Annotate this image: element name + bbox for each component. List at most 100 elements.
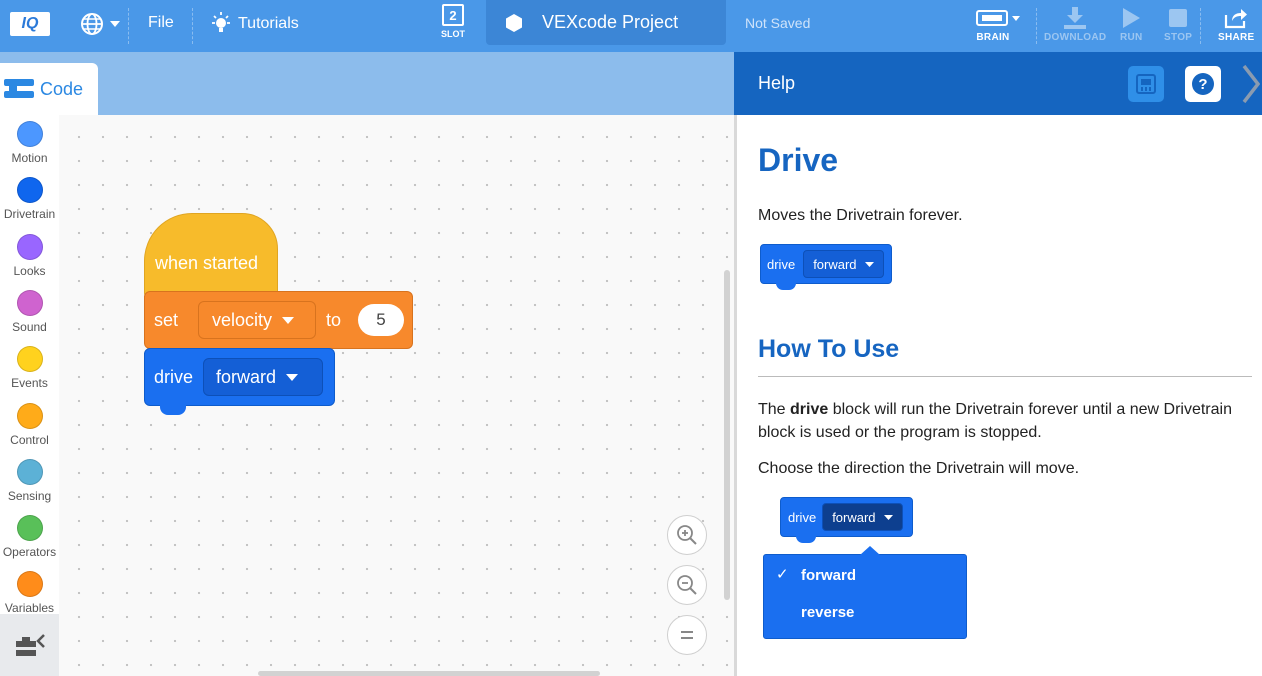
project-name-field[interactable]: VEXcode Project [486, 0, 726, 45]
velocity-dropdown[interactable]: velocity [198, 301, 317, 339]
device-port-icon [1136, 74, 1156, 94]
demo-direction-value: forward [832, 509, 876, 525]
devices-button[interactable] [1128, 66, 1164, 102]
direction-dropdown-value: forward [216, 366, 277, 387]
vex-iq-logo: IQ [10, 12, 50, 36]
tutorials-button[interactable]: Tutorials [210, 12, 299, 36]
category-events[interactable]: Events [0, 346, 59, 390]
category-variables[interactable]: Variables [0, 571, 59, 615]
brain-label: BRAIN [976, 32, 1010, 43]
category-operators[interactable]: Operators [0, 515, 59, 559]
category-control[interactable]: Control [0, 402, 59, 447]
logo-text: IQ [21, 15, 39, 32]
category-color-dot [16, 402, 43, 429]
stop-label: STOP [1164, 32, 1193, 43]
zoom-reset-button[interactable] [667, 615, 707, 655]
help-usage-paragraph: The drive block will run the Drivetrain … [758, 398, 1238, 444]
zoom-out-button[interactable] [667, 565, 707, 605]
download-button[interactable]: DOWNLOAD [1044, 4, 1106, 43]
set-velocity-block[interactable]: set velocity to 5 [144, 291, 413, 349]
divider [1200, 8, 1201, 44]
file-menu[interactable]: File [148, 14, 174, 32]
category-label: Operators [2, 545, 57, 560]
play-icon [1123, 8, 1141, 28]
direction-dropdown-menu: ✓ forward reverse [763, 546, 967, 639]
category-motion[interactable]: Motion [0, 121, 59, 165]
example-direction-dropdown: forward [803, 250, 884, 278]
menu-option-reverse[interactable]: reverse [801, 598, 854, 626]
category-sensing[interactable]: Sensing [0, 458, 59, 503]
run-label: RUN [1120, 32, 1143, 43]
share-button[interactable]: SHARE [1218, 4, 1255, 43]
code-blocks-icon [4, 79, 34, 98]
drive-block[interactable]: drive forward [144, 348, 335, 406]
top-bar: IQ File Tutorials 2 SLOT VEXcode Project… [0, 0, 1262, 52]
example-drive-label: drive [767, 256, 796, 272]
stop-icon-wrap [1168, 4, 1188, 32]
collapse-panel-button[interactable] [1238, 64, 1262, 104]
category-label: Sensing [7, 488, 52, 503]
block-notch [160, 405, 186, 415]
help-direction-paragraph: Choose the direction the Drivetrain will… [758, 460, 1080, 477]
equals-icon [681, 631, 693, 639]
language-menu[interactable] [80, 12, 120, 36]
tab-code[interactable]: Code [0, 63, 98, 115]
usage-text-bold: drive [790, 401, 829, 418]
save-status: Not Saved [745, 15, 811, 31]
zoom-in-button[interactable] [667, 515, 707, 555]
category-label: Drivetrain [3, 207, 56, 222]
how-to-use-heading: How To Use [758, 335, 900, 363]
share-label: SHARE [1218, 32, 1255, 43]
dropdown-arrow-icon [864, 261, 874, 267]
section-divider [758, 376, 1252, 377]
category-color-dot [16, 289, 43, 316]
category-label: Events [11, 376, 48, 391]
zoom-out-icon [677, 575, 697, 595]
dropdown-arrow-icon [282, 316, 295, 324]
category-color-dot [16, 346, 43, 373]
brain-button[interactable]: BRAIN [976, 4, 1020, 43]
svg-text:?: ? [1198, 76, 1207, 93]
code-tab-bar [0, 52, 734, 115]
divider [128, 8, 129, 44]
slot-selector[interactable]: 2 SLOT [437, 4, 469, 39]
divider [192, 8, 193, 44]
help-title: Help [758, 73, 796, 93]
velocity-value-input[interactable]: 5 [358, 304, 405, 336]
globe-icon [81, 13, 103, 35]
category-color-dot [16, 458, 43, 485]
category-looks[interactable]: Looks [0, 233, 59, 278]
help-button[interactable]: ? [1185, 66, 1221, 102]
category-sound[interactable]: Sound [0, 289, 59, 334]
category-color-dot [16, 177, 43, 204]
device-toggle[interactable] [0, 614, 59, 676]
menu-pointer [860, 546, 880, 555]
velocity-dropdown-value: velocity [212, 309, 273, 330]
stop-button[interactable]: STOP [1164, 4, 1192, 43]
help-description: Moves the Drivetrain forever. [758, 207, 963, 224]
download-label: DOWNLOAD [1044, 32, 1107, 43]
zoom-in-icon [677, 525, 697, 545]
run-button[interactable]: RUN [1120, 4, 1143, 43]
when-started-block[interactable]: when started [144, 213, 278, 299]
workspace-horizontal-scrollbar[interactable] [258, 671, 600, 676]
category-label: Motion [11, 151, 48, 165]
workspace-vertical-scrollbar[interactable] [724, 270, 730, 600]
question-icon: ? [1192, 73, 1214, 95]
direction-dropdown[interactable]: forward [203, 358, 324, 396]
download-icon [1064, 7, 1087, 29]
chevron-right-icon [1242, 64, 1260, 104]
when-started-label: when started [155, 252, 259, 273]
category-drivetrain[interactable]: Drivetrain [0, 177, 59, 221]
divider [1036, 8, 1037, 44]
usage-text-end: block will run the Drivetrain forever un… [758, 401, 1232, 441]
run-icon-wrap [1121, 4, 1141, 32]
demo-drive-label: drive [788, 509, 817, 525]
brain-icon [976, 10, 1020, 26]
set-label: set [154, 309, 179, 330]
category-label: Sound [12, 319, 47, 334]
menu-option-forward[interactable]: forward [801, 561, 856, 589]
download-icon-wrap [1063, 4, 1087, 32]
help-panel-header: Help [734, 52, 1262, 115]
category-label: Looks [13, 263, 46, 278]
